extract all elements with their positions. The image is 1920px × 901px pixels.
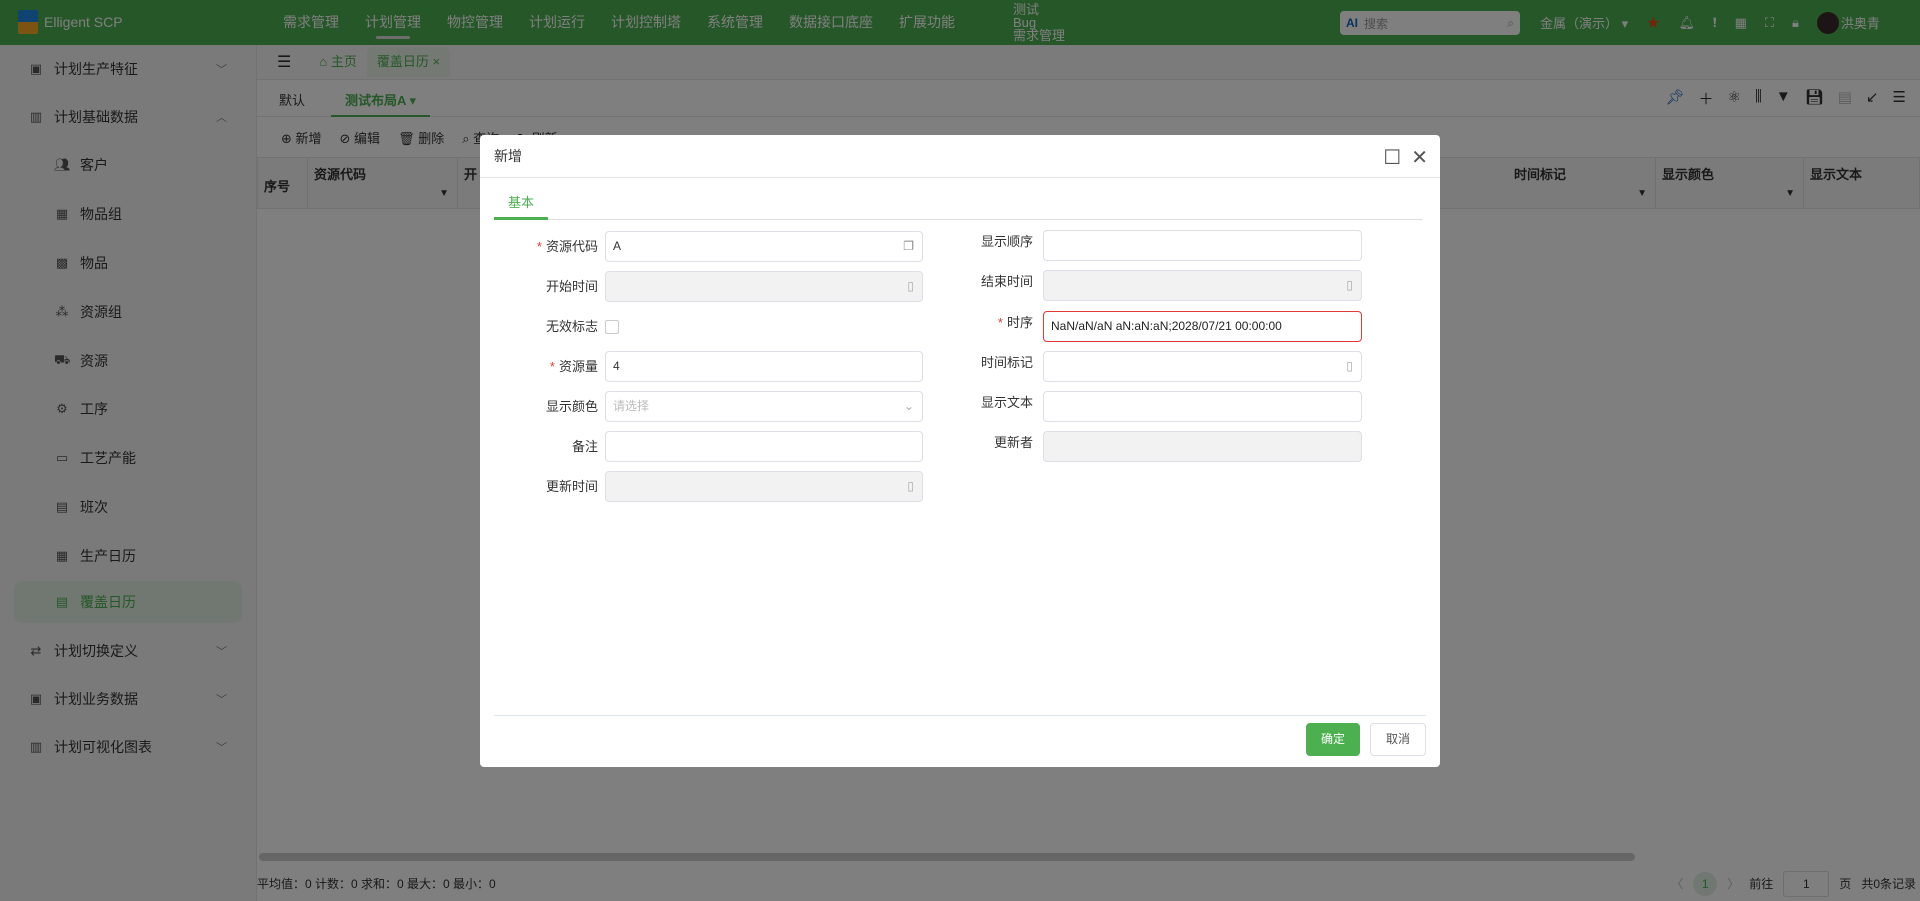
copy-icon[interactable]: ❐ [903, 232, 914, 261]
tab-basic[interactable]: 基本 [494, 187, 549, 220]
update-time-input[interactable]: ▯ [605, 471, 923, 502]
field-label: * 时序 [997, 315, 1033, 330]
dialog-tabs: 基本 [494, 187, 1422, 220]
updater-input[interactable] [1043, 431, 1362, 462]
field-label: 结束时间 [980, 274, 1033, 289]
input-value: NaN/aN/aN aN:aN:aN;2028/07/21 00:00:00 [1051, 319, 1282, 333]
add-dialog: 新增 ☐ ✕ 基本 * 资源代码 A ❐ 开始时间 ▯ 无效标志 * 资源量 4 显示颜… [480, 135, 1440, 767]
field-label: 更新者 [993, 435, 1033, 450]
label-text: 资源量 [558, 359, 598, 374]
field-label: 显示颜色 [545, 399, 598, 414]
display-text-input[interactable] [1043, 391, 1362, 422]
close-icon[interactable]: ✕ [1411, 145, 1428, 170]
dialog-footer-divider [494, 715, 1426, 716]
remark-input[interactable] [605, 431, 923, 462]
end-time-input[interactable]: ▯ [1043, 270, 1362, 301]
confirm-button[interactable]: 确定 [1306, 723, 1360, 756]
start-time-input[interactable]: ▯ [605, 271, 923, 302]
dialog-title: 新增 [494, 148, 522, 164]
resource-amount-input[interactable]: 4 [605, 351, 923, 382]
calendar-icon: ▯ [907, 479, 914, 493]
resource-code-input[interactable]: A ❐ [605, 231, 923, 262]
select-placeholder: 请选择 [613, 399, 650, 413]
chevron-down-icon: ⌄ [903, 399, 914, 413]
cancel-button[interactable]: 取消 [1370, 723, 1426, 756]
invalid-flag-checkbox[interactable] [605, 320, 619, 334]
field-label: * 资源量 [549, 359, 598, 374]
field-label: 显示文本 [980, 395, 1033, 410]
time-mark-input[interactable]: ▯ [1043, 351, 1362, 382]
field-label: 开始时间 [545, 279, 598, 294]
maximize-icon[interactable]: ☐ [1383, 145, 1401, 170]
field-label: 备注 [571, 439, 598, 454]
field-label: 显示顺序 [980, 234, 1033, 249]
display-color-select[interactable]: 请选择 ⌄ [605, 391, 923, 422]
calendar-icon: ▯ [907, 279, 914, 293]
input-value: A [613, 239, 622, 253]
timing-input[interactable]: NaN/aN/aN aN:aN:aN;2028/07/21 00:00:00 [1043, 311, 1362, 342]
field-label: * 资源代码 [536, 239, 598, 254]
calendar-icon: ▯ [1346, 359, 1353, 373]
input-value: 4 [613, 359, 620, 373]
field-label: 时间标记 [980, 355, 1033, 370]
calendar-icon: ▯ [1346, 278, 1353, 292]
display-order-input[interactable] [1043, 230, 1362, 261]
dialog-header: 新增 [480, 135, 1440, 178]
field-label: 无效标志 [545, 319, 598, 334]
label-text: 时序 [1006, 315, 1033, 330]
field-label: 更新时间 [545, 479, 598, 494]
label-text: 资源代码 [545, 239, 598, 254]
